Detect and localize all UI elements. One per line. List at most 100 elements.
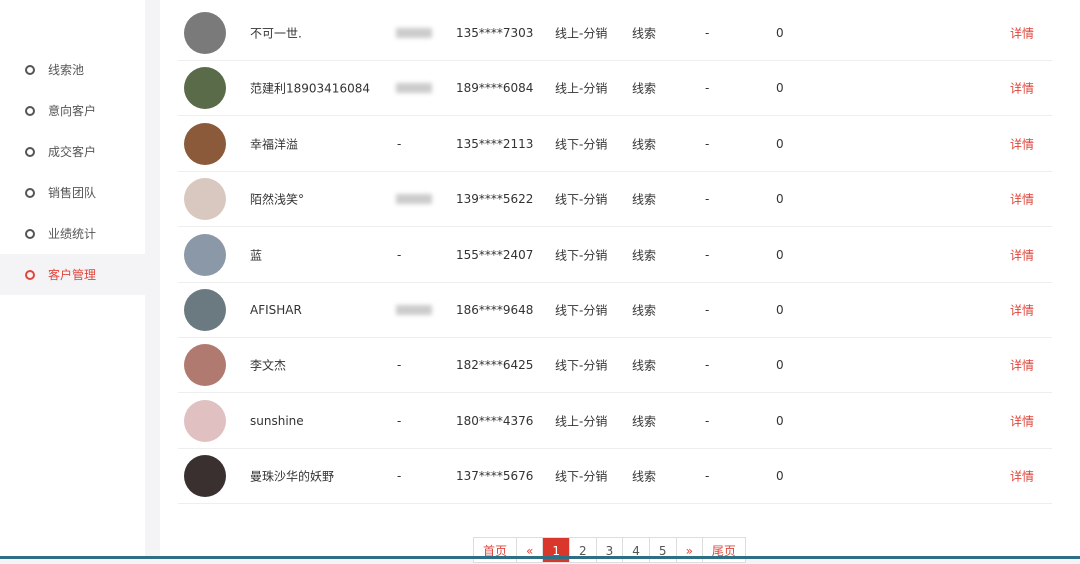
value: - [705,192,710,207]
pagination: 首页 «1 2 3 4 5» 尾页 [473,537,746,563]
value: - [705,303,710,317]
table-row: 蓝 - 155****2407 线下-分销 线索 - 0 详情 [178,228,1052,283]
avatar [184,122,226,165]
count: 0 [776,413,784,428]
avatar [184,67,226,110]
table-row: 范建利18903416084 189****6084 线上-分销 线索 - 0 … [178,61,1052,117]
channel: 线下-分销 [555,358,608,373]
phone: 180****4376 [456,413,534,428]
type: 线索 [632,26,657,41]
detail-link[interactable]: 详情 [1010,412,1034,429]
detail-link[interactable]: 详情 [1010,302,1034,319]
sidebar-item[interactable]: 客户管理 [0,254,145,295]
customer-name: 蓝 [250,248,263,263]
customer-name: AFISHAR [250,303,302,317]
avatar [184,233,226,276]
sidebar-item[interactable]: 意向客户 [0,90,145,131]
value: - [705,469,710,484]
sidebar-item[interactable]: 销售团队 [0,172,145,213]
avatar [184,12,226,54]
redacted-value [396,194,432,205]
value: - [705,358,710,373]
type: 线索 [632,81,657,96]
table-row: 不可一世. 135****7303 线上-分销 线索 - 0 详情 [178,6,1052,61]
phone: 135****2113 [456,136,534,151]
phone: 155****2407 [456,247,534,262]
detail-link[interactable]: 详情 [1010,468,1034,485]
phone: 189****6084 [456,81,534,96]
sidebar-item-label: 意向客户 [48,104,97,118]
sidebar-item[interactable]: 业绩统计 [0,213,145,254]
count: 0 [776,469,784,484]
redacted-value [396,305,432,315]
channel: 线下-分销 [555,192,608,207]
extra-value: - [397,247,402,262]
avatar [184,399,226,442]
circle-icon [25,146,35,157]
count: 0 [776,247,784,262]
sidebar: 线索池意向客户成交客户销售团队业绩统计客户管理 [0,0,145,559]
extra-value: - [397,469,402,484]
sidebar-item[interactable]: 成交客户 [0,131,145,172]
type: 线索 [632,358,657,373]
avatar [184,289,226,331]
customer-name: 幸福洋溢 [250,137,299,152]
type: 线索 [632,192,657,207]
count: 0 [776,81,784,96]
redacted-value [396,83,432,94]
table-row: 陌然浅笑° 139****5622 线下-分销 线索 - 0 详情 [178,172,1052,228]
detail-link[interactable]: 详情 [1010,80,1034,97]
table-row: AFISHAR 186****9648 线下-分销 线索 - 0 详情 [178,283,1052,338]
redacted-value [396,28,432,38]
detail-link[interactable]: 详情 [1010,25,1034,42]
count: 0 [776,358,784,373]
count: 0 [776,303,784,317]
value: - [705,136,710,151]
customer-name: 李文杰 [250,358,287,373]
type: 线索 [632,248,657,263]
channel: 线下-分销 [555,248,608,263]
phone: 182****6425 [456,358,534,373]
detail-link[interactable]: 详情 [1010,191,1034,208]
channel: 线上-分销 [555,26,608,41]
value: - [705,247,710,262]
type: 线索 [632,414,657,429]
count: 0 [776,26,784,40]
circle-icon [25,269,35,280]
customer-name: 不可一世. [250,26,302,41]
phone: 135****7303 [456,26,534,40]
detail-link[interactable]: 详情 [1010,135,1034,152]
sidebar-item[interactable]: 线索池 [0,49,145,90]
customer-name: sunshine [250,413,304,428]
count: 0 [776,192,784,207]
channel: 线下-分销 [555,469,608,484]
extra-value: - [397,136,402,151]
type: 线索 [632,469,657,484]
phone: 186****9648 [456,303,534,317]
value: - [705,413,710,428]
channel: 线下-分销 [555,303,608,318]
type: 线索 [632,303,657,318]
detail-link[interactable]: 详情 [1010,357,1034,374]
channel: 线上-分销 [555,81,608,96]
customer-table: 不可一世. 135****7303 线上-分销 线索 - 0 详情 范建利189… [160,0,1080,559]
table-row: 李文杰 - 182****6425 线下-分销 线索 - 0 详情 [178,338,1052,394]
table-row: 幸福洋溢 - 135****2113 线下-分销 线索 - 0 详情 [178,117,1052,172]
circle-icon [25,105,35,116]
channel: 线上-分销 [555,414,608,429]
sidebar-item-label: 线索池 [48,63,85,77]
type: 线索 [632,137,657,152]
value: - [705,81,710,96]
detail-link[interactable]: 详情 [1010,246,1034,263]
customer-name: 陌然浅笑° [250,192,305,207]
customer-name: 曼珠沙华的妖野 [250,469,335,484]
extra-value: - [397,413,402,428]
phone: 139****5622 [456,192,534,207]
sidebar-item-label: 业绩统计 [48,227,97,241]
circle-icon [25,187,35,198]
table-row: sunshine - 180****4376 线上-分销 线索 - 0 详情 [178,394,1052,449]
value: - [705,26,710,40]
sidebar-item-label: 成交客户 [48,145,97,159]
circle-icon [25,64,35,75]
table-row: 曼珠沙华的妖野 - 137****5676 线下-分销 线索 - 0 详情 [178,449,1052,505]
